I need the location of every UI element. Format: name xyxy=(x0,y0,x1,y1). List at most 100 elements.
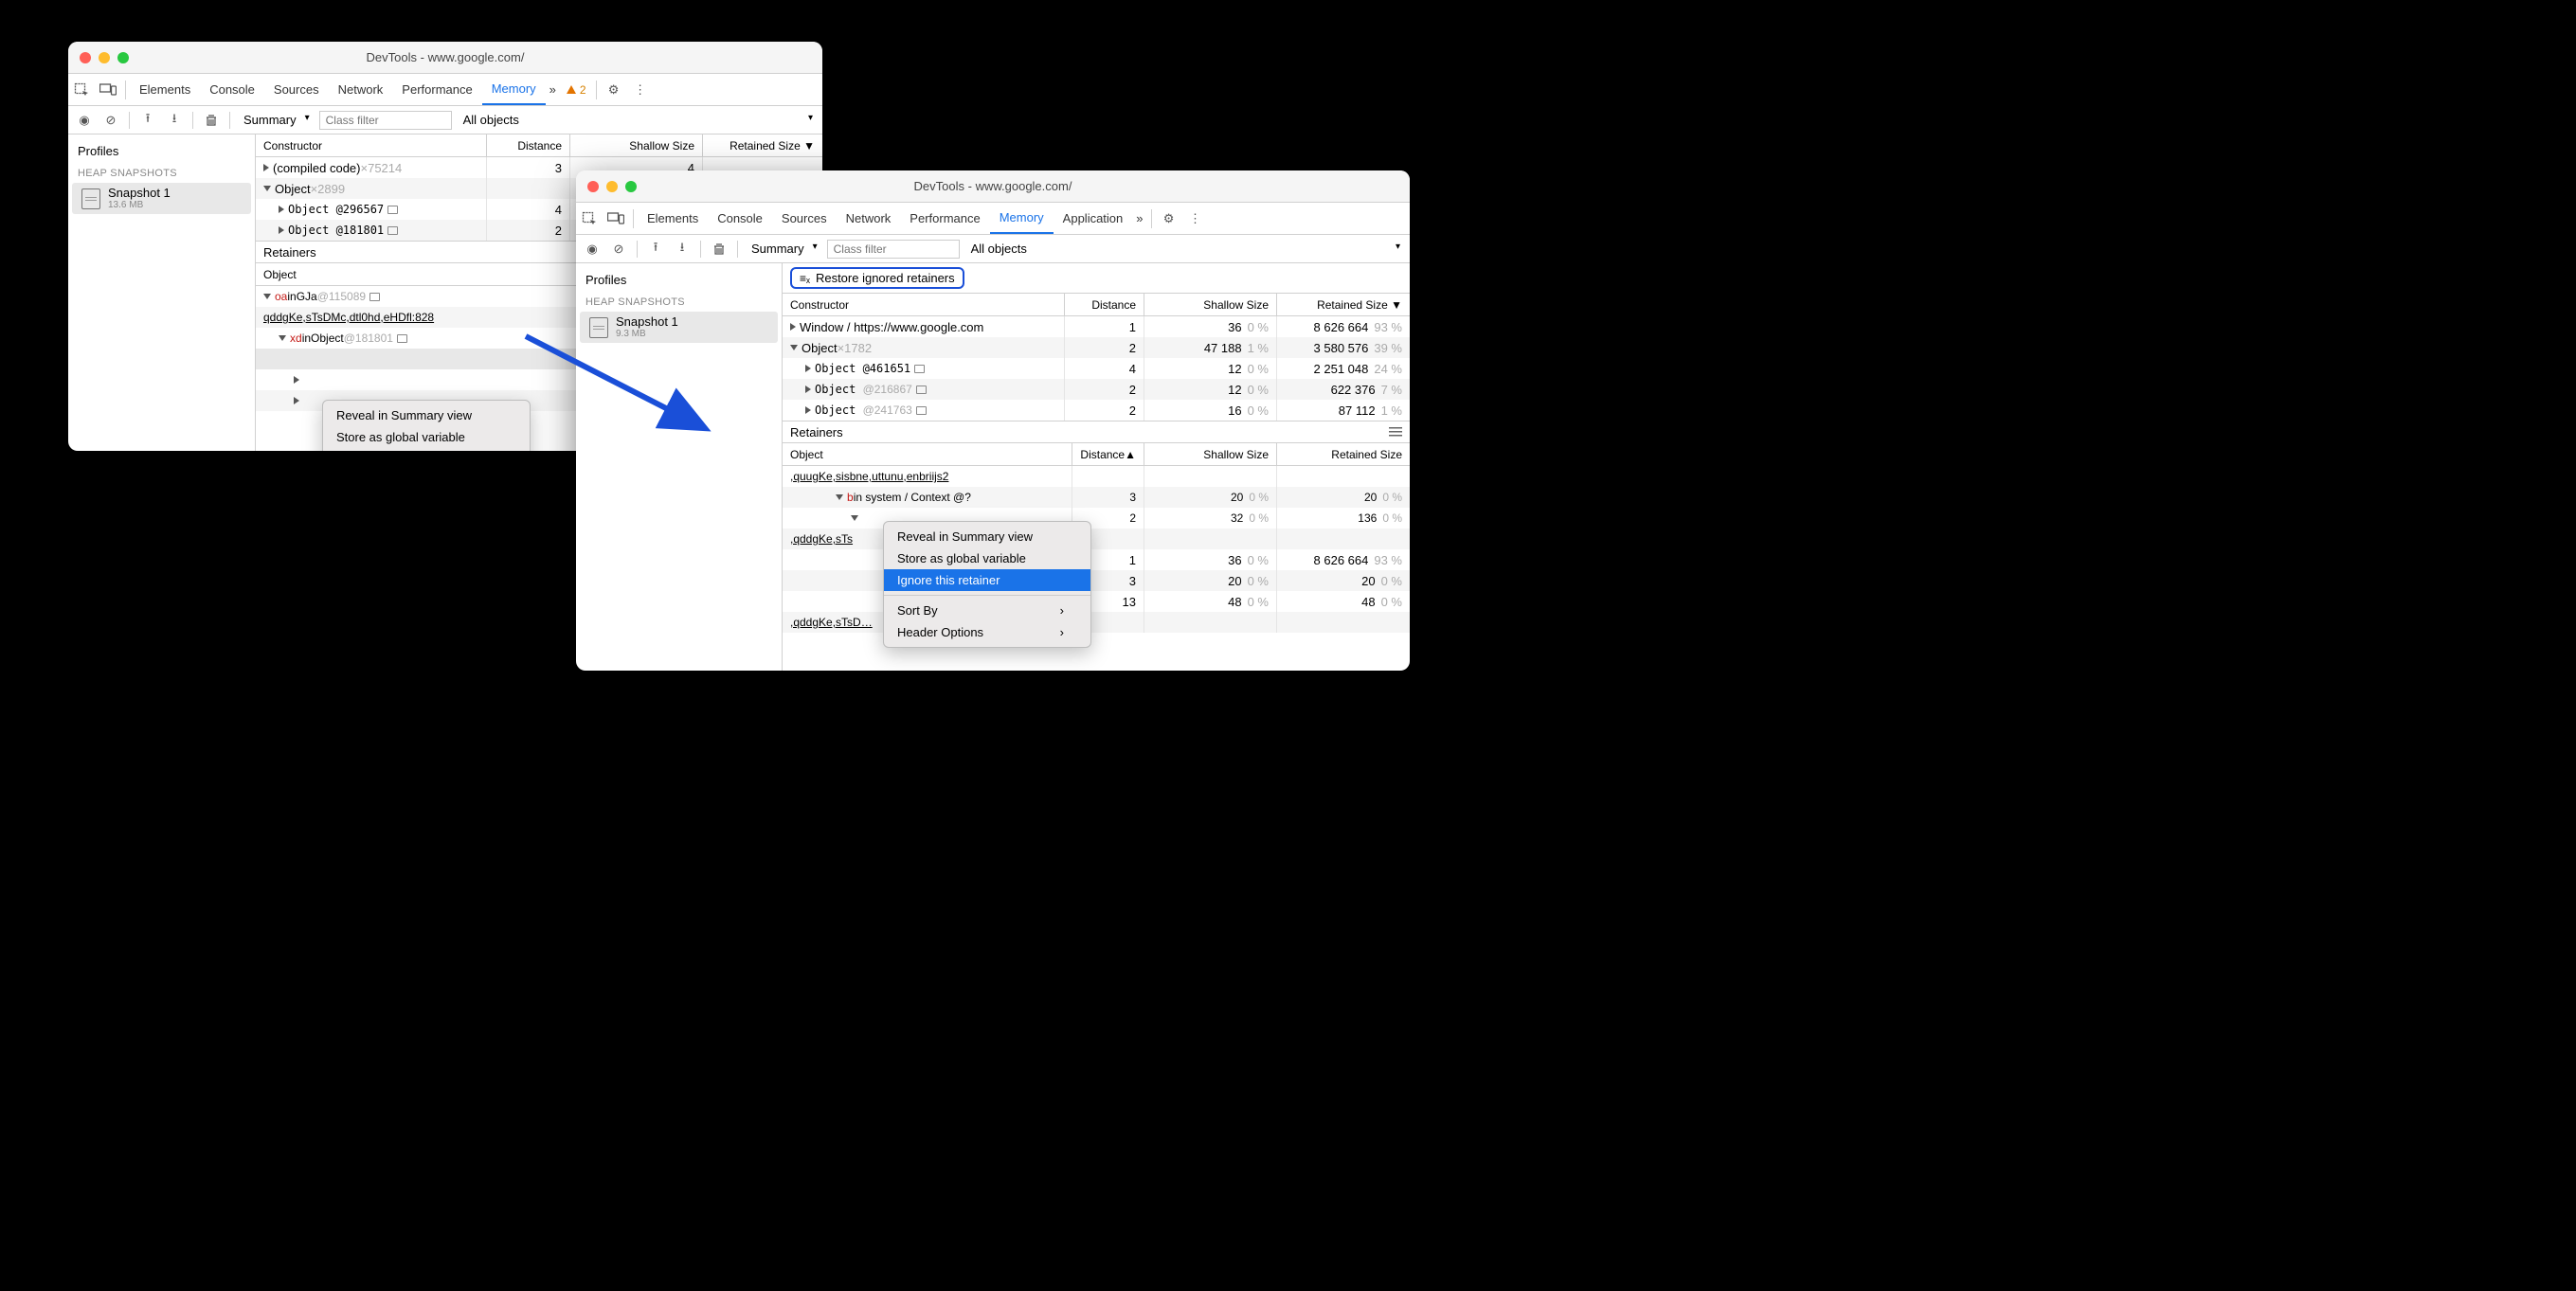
view-mode-select[interactable]: Summary xyxy=(746,240,821,258)
tab-elements[interactable]: Elements xyxy=(638,203,708,234)
col-constructor[interactable]: Constructor xyxy=(256,134,487,156)
zoom-icon[interactable] xyxy=(117,52,129,63)
constructor-row[interactable]: Object @241763 2 160 % 87 1121 % xyxy=(783,400,1410,421)
retainer-row[interactable]: 3200 %200 % xyxy=(783,570,1410,591)
menu-reveal-summary[interactable]: Reveal in Summary view xyxy=(323,404,530,426)
upload-icon[interactable]: ⭱ xyxy=(645,239,666,260)
heap-snapshots-heading: HEAP SNAPSHOTS xyxy=(576,291,782,310)
warning-count: 2 xyxy=(580,83,586,97)
col-distance[interactable]: Distance xyxy=(1065,294,1144,315)
snapshot-name: Snapshot 1 xyxy=(108,187,171,200)
warnings-badge[interactable]: 2 xyxy=(560,83,592,97)
zoom-icon[interactable] xyxy=(625,181,637,192)
titlebar[interactable]: DevTools - www.google.com/ xyxy=(68,42,822,74)
tabs-overflow[interactable]: » xyxy=(546,74,560,105)
tab-sources[interactable]: Sources xyxy=(772,203,837,234)
tab-elements[interactable]: Elements xyxy=(130,74,200,105)
constructor-row[interactable]: Object @216867 2 120 % 622 3767 % xyxy=(783,379,1410,400)
devtools-tabbar: Elements Console Sources Network Perform… xyxy=(68,74,822,106)
retainers-grid-header: Object Distance▲ Shallow Size Retained S… xyxy=(783,443,1410,466)
snapshot-name: Snapshot 1 xyxy=(616,315,678,329)
clear-icon[interactable]: ⊘ xyxy=(608,239,629,260)
col-shallow-size[interactable]: Shallow Size xyxy=(1144,443,1277,465)
kebab-icon[interactable]: ⋮ xyxy=(627,79,654,101)
tab-sources[interactable]: Sources xyxy=(264,74,329,105)
menu-store-global[interactable]: Store as global variable xyxy=(884,547,1090,569)
download-icon[interactable]: ⭳ xyxy=(672,239,693,260)
col-shallow-size[interactable]: Shallow Size xyxy=(1144,294,1277,315)
gear-icon[interactable]: ⚙ xyxy=(1156,207,1182,230)
upload-icon[interactable]: ⭱ xyxy=(137,110,158,131)
col-shallow-size[interactable]: Shallow Size xyxy=(570,134,703,156)
menu-reveal-summary[interactable]: Reveal in Summary view xyxy=(884,526,1090,547)
menu-ignore-retainer[interactable]: Ignore this retainer xyxy=(884,569,1090,591)
retainer-row[interactable]: 13480 %480 % xyxy=(783,591,1410,612)
tab-memory[interactable]: Memory xyxy=(482,74,546,105)
titlebar[interactable]: DevTools - www.google.com/ xyxy=(576,170,1410,203)
tab-memory[interactable]: Memory xyxy=(990,203,1054,234)
minimize-icon[interactable] xyxy=(606,181,618,192)
device-icon[interactable] xyxy=(603,207,629,230)
snapshot-file-icon xyxy=(589,317,608,338)
gc-icon[interactable] xyxy=(709,239,730,260)
constructor-row[interactable]: Window / https://www.google.com 1 360 % … xyxy=(783,316,1410,337)
col-retained-size[interactable]: Retained Size xyxy=(1277,443,1410,465)
tabs-overflow[interactable]: » xyxy=(1132,203,1146,234)
constructor-row[interactable]: Object @461651 4 120 % 2 251 04824 % xyxy=(783,358,1410,379)
record-icon[interactable]: ◉ xyxy=(74,110,95,131)
retainer-row[interactable]: 1360 %8 626 66493 % xyxy=(783,549,1410,570)
heap-snapshots-heading: HEAP SNAPSHOTS xyxy=(68,162,255,181)
menu-header-options[interactable]: Header Options› xyxy=(884,621,1090,643)
snapshot-item[interactable]: Snapshot 1 9.3 MB xyxy=(580,312,778,343)
gc-icon[interactable] xyxy=(201,110,222,131)
profiles-heading: Profiles xyxy=(68,140,255,162)
tab-network[interactable]: Network xyxy=(329,74,393,105)
view-mode-select[interactable]: Summary xyxy=(238,111,314,129)
memory-toolbar: ◉ ⊘ ⭱ ⭳ Summary All objects xyxy=(576,235,1410,263)
window-title: DevTools - www.google.com/ xyxy=(68,50,822,64)
device-icon[interactable] xyxy=(95,79,121,101)
col-retained-size[interactable]: Retained Size ▼ xyxy=(703,134,822,156)
retainer-link-row[interactable]: ,qddgKe,sTs xyxy=(783,529,1410,549)
record-icon[interactable]: ◉ xyxy=(582,239,603,260)
clear-icon[interactable]: ⊘ xyxy=(100,110,121,131)
retainer-link-row[interactable]: ,qddgKe,sTsD… xyxy=(783,612,1410,633)
download-icon[interactable]: ⭳ xyxy=(164,110,185,131)
close-icon[interactable] xyxy=(80,52,91,63)
scope-select[interactable]: All objects xyxy=(965,240,1404,258)
class-filter-input[interactable] xyxy=(827,240,960,259)
inspect-icon[interactable] xyxy=(68,79,95,101)
constructor-grid-header: Constructor Distance Shallow Size Retain… xyxy=(256,134,822,157)
col-constructor[interactable]: Constructor xyxy=(783,294,1065,315)
col-object[interactable]: Object xyxy=(783,443,1072,465)
col-distance[interactable]: Distance▲ xyxy=(1072,443,1144,465)
menu-sort-by[interactable]: Sort By› xyxy=(884,600,1090,621)
tab-performance[interactable]: Performance xyxy=(392,74,481,105)
col-distance[interactable]: Distance xyxy=(487,134,570,156)
tab-application[interactable]: Application xyxy=(1054,203,1133,234)
menu-icon[interactable] xyxy=(1389,427,1402,437)
tab-network[interactable]: Network xyxy=(837,203,901,234)
tab-performance[interactable]: Performance xyxy=(900,203,989,234)
minimize-icon[interactable] xyxy=(99,52,110,63)
retainer-row[interactable]: b in system / Context @?3200 %200 % xyxy=(783,487,1410,508)
tab-console[interactable]: Console xyxy=(200,74,264,105)
snapshot-item[interactable]: Snapshot 1 13.6 MB xyxy=(72,183,251,214)
menu-store-global[interactable]: Store as global variable xyxy=(323,426,530,448)
restore-ignored-retainers-button[interactable]: ≡ₓ Restore ignored retainers xyxy=(790,267,964,289)
inspect-icon[interactable] xyxy=(576,207,603,230)
traffic-lights xyxy=(576,181,637,192)
snapshot-file-icon xyxy=(81,188,100,209)
tab-console[interactable]: Console xyxy=(708,203,772,234)
scope-select[interactable]: All objects xyxy=(458,111,817,129)
col-retained-size[interactable]: Retained Size ▼ xyxy=(1277,294,1410,315)
constructor-grid-header: Constructor Distance Shallow Size Retain… xyxy=(783,294,1410,316)
gear-icon[interactable]: ⚙ xyxy=(601,79,627,101)
retainer-link-row[interactable]: ,quugKe,sisbne,uttunu,enbriijs2 xyxy=(783,466,1410,487)
close-icon[interactable] xyxy=(587,181,599,192)
retainer-row[interactable]: 2320 %1360 % xyxy=(783,508,1410,529)
class-filter-input[interactable] xyxy=(319,111,452,130)
kebab-icon[interactable]: ⋮ xyxy=(1182,207,1209,230)
constructor-row[interactable]: Object ×1782 2 47 1881 % 3 580 57639 % xyxy=(783,337,1410,358)
context-menu: Reveal in Summary view Store as global v… xyxy=(322,400,531,451)
